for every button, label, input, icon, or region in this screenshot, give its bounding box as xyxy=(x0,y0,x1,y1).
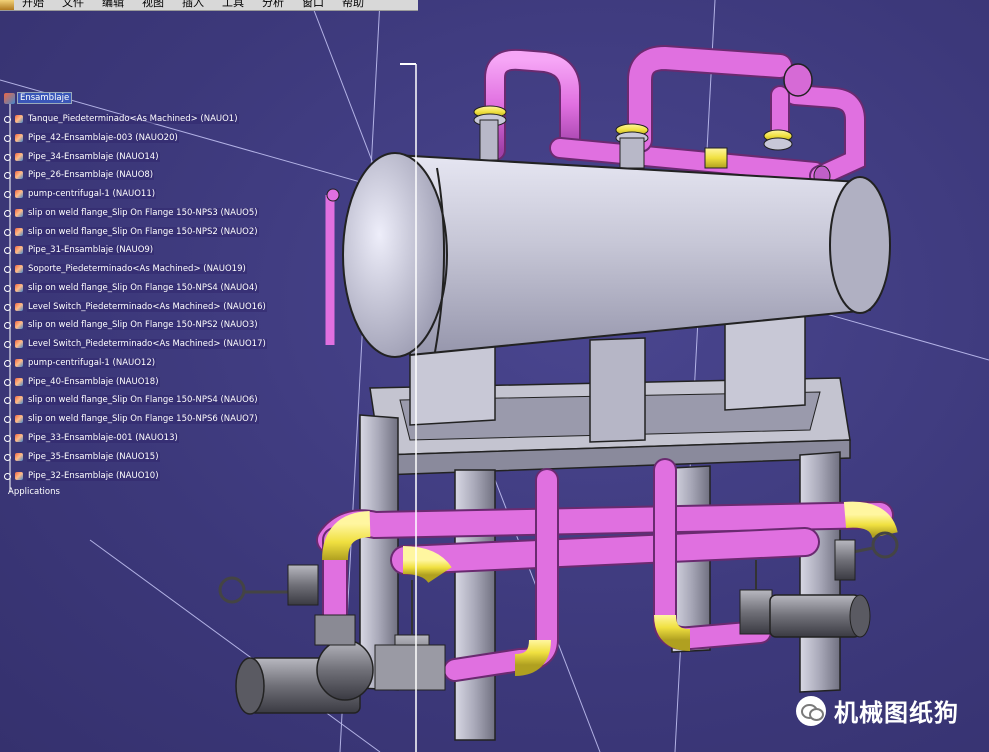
menu-analysis[interactable]: 分析 xyxy=(262,0,284,10)
part-icon xyxy=(14,339,25,350)
part-icon xyxy=(14,283,25,294)
tree-applications[interactable]: Applications xyxy=(8,487,60,497)
tree-node[interactable]: Tanque_Piedeterminado<As Machined> (NAUO… xyxy=(4,112,239,126)
part-icon xyxy=(14,320,25,331)
part-icon xyxy=(14,245,25,256)
tree-node[interactable]: Soporte_Piedeterminado<As Machined> (NAU… xyxy=(4,262,247,276)
tree-node[interactable]: slip on weld flange_Slip On Flange 150-N… xyxy=(4,393,259,407)
expand-icon[interactable] xyxy=(4,415,11,423)
tree-node[interactable]: Pipe_31-Ensamblaje (NAUO9) xyxy=(4,243,155,257)
horizontal-tank xyxy=(342,152,891,358)
expand-icon[interactable] xyxy=(4,246,11,254)
part-icon xyxy=(14,377,25,388)
expand-icon[interactable] xyxy=(4,378,11,386)
assembly-icon xyxy=(4,92,15,104)
part-icon xyxy=(14,189,25,200)
tree-node[interactable]: Pipe_32-Ensamblaje (NAUO10) xyxy=(4,469,160,483)
tree-node[interactable]: slip on weld flange_Slip On Flange 150-N… xyxy=(4,206,259,220)
expand-icon[interactable] xyxy=(4,171,11,179)
tree-node[interactable]: slip on weld flange_Slip On Flange 150-N… xyxy=(4,318,259,332)
tree-node[interactable]: slip on weld flange_Slip On Flange 150-N… xyxy=(4,225,259,239)
menu-insert[interactable]: 插入 xyxy=(182,0,204,10)
part-icon xyxy=(14,358,25,369)
menu-edit[interactable]: 编辑 xyxy=(102,0,124,10)
part-icon xyxy=(14,114,25,125)
menu-view[interactable]: 视图 xyxy=(142,0,164,10)
part-icon xyxy=(14,170,25,181)
part-icon xyxy=(14,433,25,444)
expand-icon[interactable] xyxy=(4,134,11,142)
part-icon xyxy=(14,414,25,425)
tree-node[interactable]: Pipe_34-Ensamblaje (NAUO14) xyxy=(4,150,160,164)
menu-bar: 开始 文件 编辑 视图 插入 工具 分析 窗口 帮助 xyxy=(0,0,418,11)
app-icon[interactable] xyxy=(0,0,14,10)
watermark-text: 机械图纸狗 xyxy=(834,699,959,727)
expand-icon[interactable] xyxy=(4,228,11,236)
expand-icon[interactable] xyxy=(4,209,11,217)
tree-node[interactable]: Level Switch_Piedeterminado<As Machined>… xyxy=(4,300,267,314)
tree-node[interactable]: Pipe_35-Ensamblaje (NAUO15) xyxy=(4,450,160,464)
wechat-logo-icon xyxy=(796,695,826,726)
expand-icon[interactable] xyxy=(4,190,11,198)
tree-node[interactable]: Pipe_26-Ensamblaje (NAUO8) xyxy=(4,168,155,182)
tree-node[interactable]: Pipe_40-Ensamblaje (NAUO18) xyxy=(4,375,160,389)
part-icon xyxy=(14,302,25,313)
part-icon xyxy=(14,208,25,219)
part-icon xyxy=(14,133,25,144)
expand-icon[interactable] xyxy=(4,472,11,480)
tree-root[interactable]: Ensamblaje xyxy=(4,92,73,104)
expand-icon[interactable] xyxy=(4,153,11,161)
expand-icon[interactable] xyxy=(4,303,11,311)
part-icon xyxy=(14,452,25,463)
part-icon xyxy=(14,264,25,275)
menu-window[interactable]: 窗口 xyxy=(302,0,324,10)
menu-tools[interactable]: 工具 xyxy=(222,0,244,10)
expand-icon[interactable] xyxy=(4,284,11,292)
tree-node[interactable]: slip on weld flange_Slip On Flange 150-N… xyxy=(4,412,259,426)
expand-icon[interactable] xyxy=(4,115,11,123)
part-icon xyxy=(14,152,25,163)
menu-start[interactable]: 开始 xyxy=(22,0,44,10)
tree-node[interactable]: Pipe_33-Ensamblaje-001 (NAUO13) xyxy=(4,431,179,445)
watermark: 机械图纸狗 xyxy=(796,693,959,728)
tree-root-label: Ensamblaje xyxy=(17,92,73,104)
part-icon xyxy=(14,227,25,238)
tree-panel-frame xyxy=(9,63,417,752)
expand-icon[interactable] xyxy=(4,265,11,273)
expand-icon[interactable] xyxy=(4,340,11,348)
expand-icon[interactable] xyxy=(4,434,11,442)
tree-node[interactable]: Pipe_42-Ensamblaje-003 (NAUO20) xyxy=(4,131,179,145)
expand-icon[interactable] xyxy=(4,321,11,329)
part-icon xyxy=(14,395,25,406)
part-icon xyxy=(14,471,25,482)
catia-window: 开始 文件 编辑 视图 插入 工具 分析 窗口 帮助 Ensamblaje Ta… xyxy=(0,0,989,752)
tree-node[interactable]: pump-centrifugal-1 (NAUO11) xyxy=(4,187,157,201)
tree-node[interactable]: Level Switch_Piedeterminado<As Machined>… xyxy=(4,337,267,351)
expand-icon[interactable] xyxy=(4,396,11,404)
tree-node[interactable]: pump-centrifugal-1 (NAUO12) xyxy=(4,356,157,370)
expand-icon[interactable] xyxy=(4,453,11,461)
expand-icon[interactable] xyxy=(4,359,11,367)
tree-node[interactable]: slip on weld flange_Slip On Flange 150-N… xyxy=(4,281,259,295)
menu-help[interactable]: 帮助 xyxy=(342,0,364,10)
menu-file[interactable]: 文件 xyxy=(62,0,84,10)
